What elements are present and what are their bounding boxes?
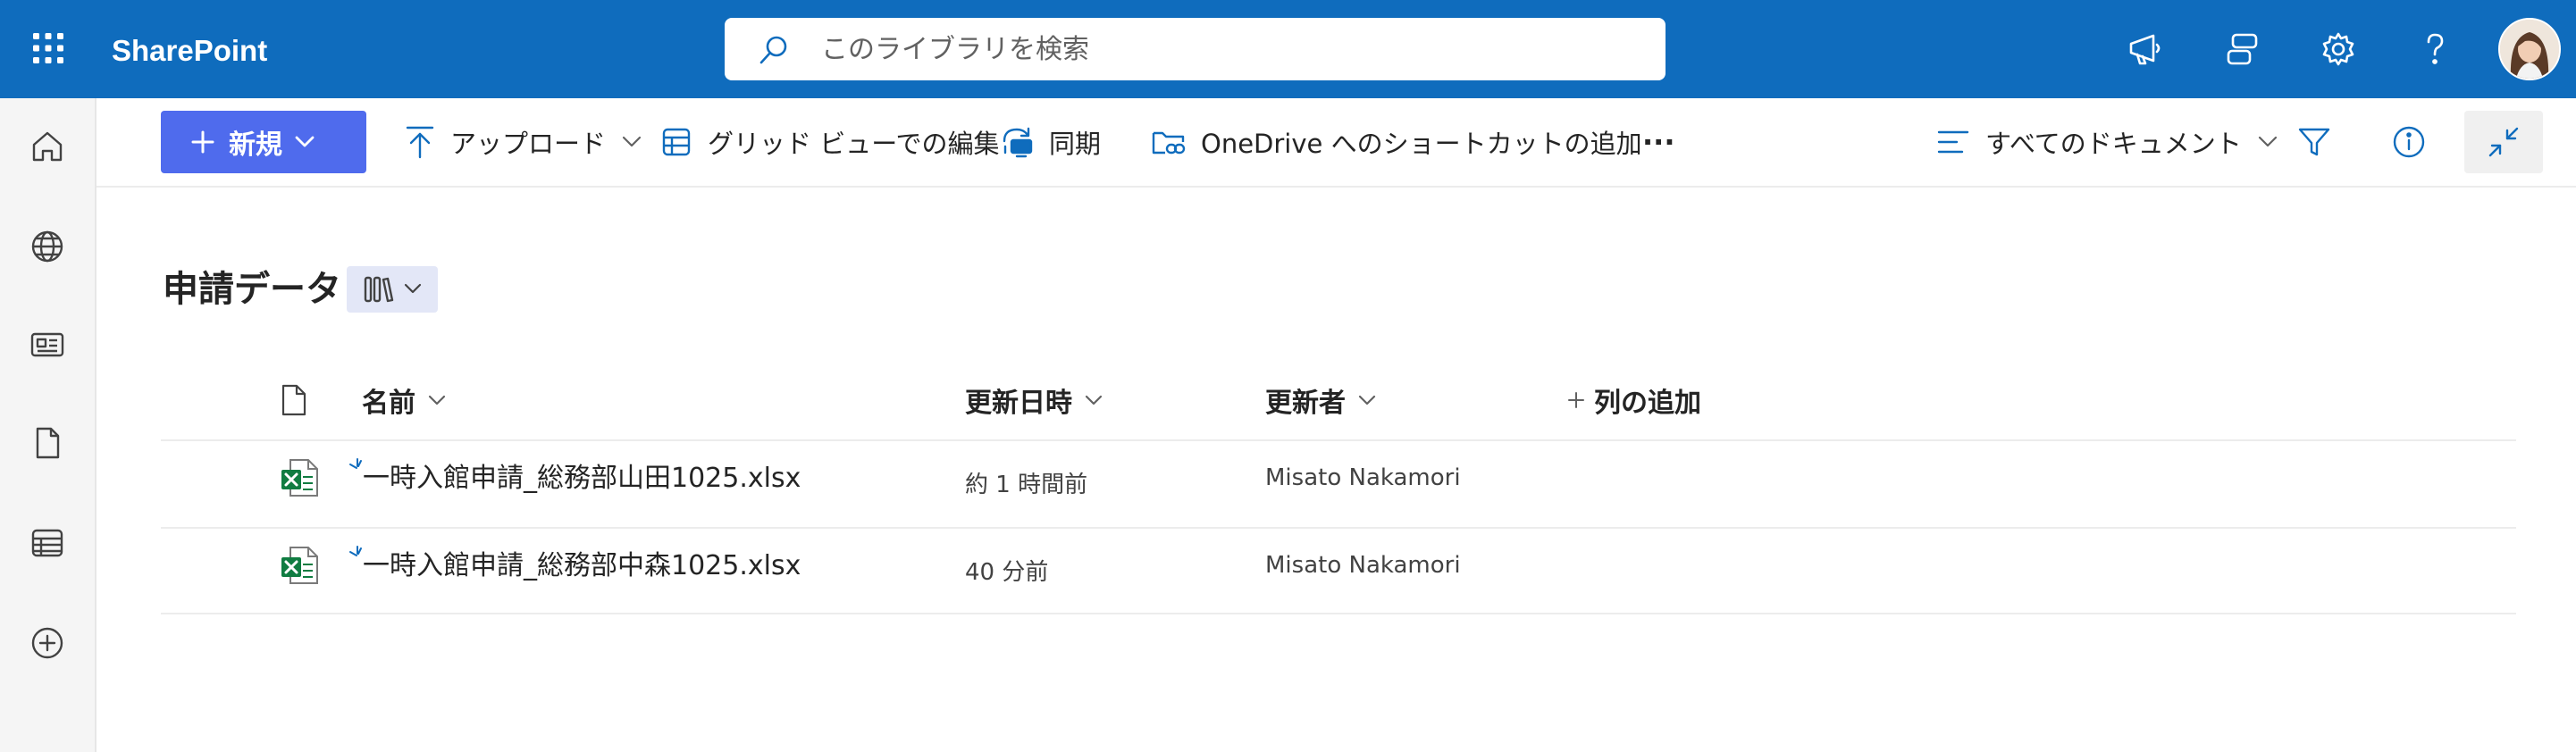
search-input[interactable]: [821, 18, 1625, 80]
user-avatar[interactable]: [2498, 18, 2561, 80]
column-header-name[interactable]: 名前: [362, 375, 446, 425]
chevron-down-icon: [295, 136, 315, 148]
upload-button[interactable]: アップロード: [404, 111, 642, 173]
file-modified-by[interactable]: Misato Nakamori: [1265, 552, 1461, 579]
add-column-button[interactable]: 列の追加: [1567, 375, 1701, 425]
grid-icon: [661, 127, 692, 157]
app-title[interactable]: SharePoint: [112, 0, 267, 98]
view-selector[interactable]: すべてのドキュメント: [1937, 111, 2278, 173]
grid-edit-button[interactable]: グリッド ビューでの編集: [661, 111, 999, 173]
chevron-down-icon: [428, 395, 446, 405]
chevron-down-icon: [2258, 136, 2278, 148]
feedback-icon[interactable]: [2218, 24, 2268, 74]
suite-bar: SharePoint: [0, 0, 2576, 98]
sync-button[interactable]: 同期: [999, 111, 1101, 173]
filter-icon[interactable]: [2289, 111, 2339, 173]
new-button-label: 新規: [229, 130, 282, 161]
info-icon[interactable]: [2384, 111, 2434, 173]
home-icon[interactable]: [22, 121, 72, 171]
add-circle-icon[interactable]: [22, 618, 72, 668]
column-header-modified-by-label: 更新者: [1265, 388, 1346, 419]
chevron-down-icon: [1358, 395, 1376, 405]
plus-icon: [1567, 391, 1585, 409]
column-header-name-label: 名前: [362, 388, 415, 419]
megaphone-icon[interactable]: [2120, 24, 2170, 74]
upload-icon: [404, 125, 436, 159]
column-header-modified[interactable]: 更新日時: [965, 375, 1103, 425]
app-launcher-icon[interactable]: [20, 20, 77, 77]
search-box[interactable]: [725, 18, 1666, 80]
globe-icon[interactable]: [22, 221, 72, 272]
upload-label: アップロード: [450, 129, 607, 159]
grid-edit-label: グリッド ビューでの編集: [708, 129, 1000, 159]
sync-icon: [999, 125, 1035, 159]
chevron-down-icon: [622, 136, 642, 148]
add-column-label: 列の追加: [1594, 388, 1701, 419]
excel-file-icon: [280, 545, 319, 586]
file-modified-by[interactable]: Misato Nakamori: [1265, 464, 1461, 491]
library-icon: [363, 275, 395, 304]
file-row[interactable]: 一時入館申請_総務部山田1025.xlsx 約 1 時間前 Misato Nak…: [161, 441, 2516, 527]
add-shortcut-label: OneDrive へのショートカットの追加: [1201, 129, 1642, 159]
row-divider: [161, 613, 2516, 614]
view-selector-label: すべてのドキュメント: [1985, 129, 2242, 159]
command-bar: 新規 アップロード グリッド ビューでの編集 同期 OneDrive へのショー…: [96, 98, 2576, 188]
collapse-icon[interactable]: [2464, 111, 2543, 173]
file-type-header[interactable]: [281, 375, 307, 425]
gear-icon[interactable]: [2313, 24, 2363, 74]
plus-icon: [191, 130, 214, 154]
file-name-link[interactable]: 一時入館申請_総務部山田1025.xlsx: [363, 461, 801, 497]
search-icon: [759, 35, 789, 65]
document-icon[interactable]: [22, 418, 72, 468]
chevron-down-icon: [404, 283, 422, 296]
file-name-link[interactable]: 一時入館申請_総務部中森1025.xlsx: [363, 548, 801, 584]
chevron-down-icon: [1085, 395, 1103, 405]
left-rail: [0, 98, 96, 752]
news-icon[interactable]: [22, 320, 72, 370]
more-options-label: ···: [1642, 125, 1675, 159]
file-modified: 約 1 時間前: [965, 472, 1088, 498]
view-switch-button[interactable]: [347, 266, 438, 313]
list-icon[interactable]: [22, 518, 72, 568]
file-row[interactable]: 一時入館申請_総務部中森1025.xlsx 40 分前 Misato Nakam…: [161, 529, 2516, 614]
document-icon: [281, 383, 307, 417]
view-lines-icon: [1937, 129, 1969, 155]
more-options-button[interactable]: ···: [1642, 111, 1674, 173]
add-shortcut-button[interactable]: OneDrive へのショートカットの追加: [1151, 111, 1642, 173]
new-button[interactable]: 新規: [161, 111, 366, 173]
help-icon[interactable]: [2410, 24, 2460, 74]
column-header-modified-by[interactable]: 更新者: [1265, 375, 1376, 425]
folder-link-icon: [1151, 126, 1187, 158]
sync-label: 同期: [1049, 129, 1102, 159]
column-header-modified-label: 更新日時: [965, 388, 1072, 419]
excel-file-icon: [280, 457, 319, 498]
library-title: 申請データ: [163, 269, 341, 310]
file-modified: 40 分前: [965, 559, 1049, 586]
